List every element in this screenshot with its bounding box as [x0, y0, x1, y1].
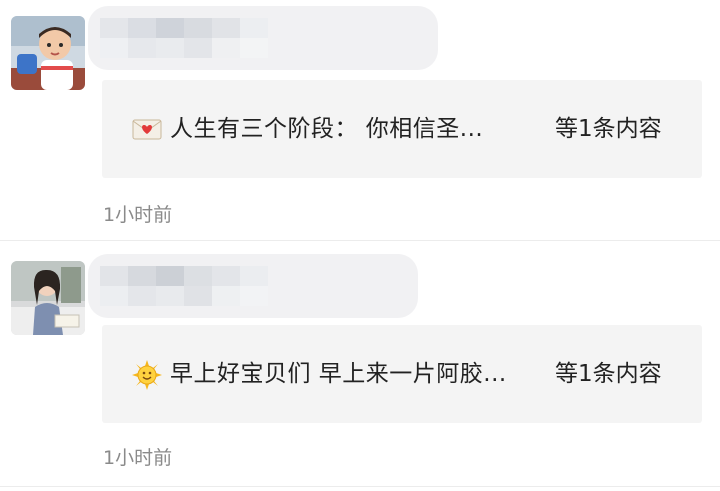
avatar[interactable] — [11, 16, 85, 90]
author-name-blurred — [88, 254, 418, 318]
avatar[interactable] — [11, 261, 85, 335]
preview-text: 人生有三个阶段： 你相信圣... — [170, 116, 484, 142]
feed-item: 早上好宝贝们 早上来一片阿胶... 等1条内容 1小时前 — [0, 241, 720, 486]
shared-content-card[interactable]: 早上好宝贝们 早上来一片阿胶... 等1条内容 — [102, 325, 702, 423]
timestamp: 1小时前 — [103, 204, 173, 226]
content-count: 等1条内容 — [555, 361, 662, 387]
shared-content-card[interactable]: 人生有三个阶段： 你相信圣... 等1条内容 — [102, 80, 702, 178]
content-count: 等1条内容 — [555, 116, 662, 142]
divider — [0, 486, 720, 487]
envelope-heart-icon — [132, 115, 162, 143]
feed-item: 人生有三个阶段： 你相信圣... 等1条内容 1小时前 — [0, 0, 720, 240]
sun-icon — [132, 360, 162, 390]
preview-text: 早上好宝贝们 早上来一片阿胶... — [170, 361, 507, 387]
author-name-blurred — [88, 6, 438, 70]
moments-feed: 人生有三个阶段： 你相信圣... 等1条内容 1小时前 早上好宝贝们 早上来一片… — [0, 0, 720, 491]
timestamp: 1小时前 — [103, 447, 173, 469]
